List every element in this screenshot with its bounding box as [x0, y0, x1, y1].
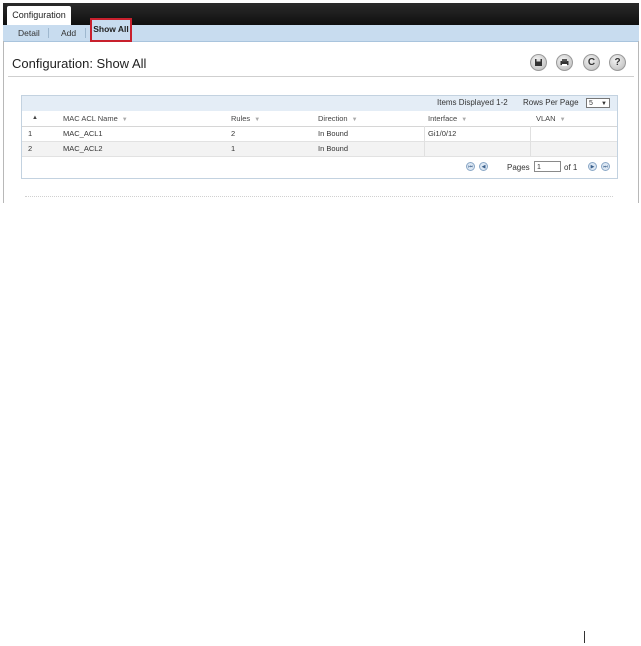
- sort-icon: ▼: [461, 117, 468, 123]
- pages-label: Pages: [507, 163, 530, 172]
- table-header: ▲ MAC ACL Name ▼ Rules ▼ Direction ▼ Interf…: [22, 112, 617, 127]
- rows-per-page-select[interactable]: 5 ▼: [586, 98, 610, 108]
- footer-divider: [25, 196, 613, 197]
- column-divider: [530, 126, 531, 156]
- last-page-icon[interactable]: ⏭: [601, 162, 610, 171]
- row-direction: In Bound: [318, 129, 349, 138]
- first-page-icon[interactable]: ⏮: [466, 162, 475, 171]
- pagination: ⏮ ◀ Pages 1 of 1 ▶ ⏭: [22, 158, 617, 176]
- row-interface: Gi1/0/12: [428, 129, 457, 138]
- prev-page-icon[interactable]: ◀: [479, 162, 488, 171]
- print-icon[interactable]: [556, 54, 573, 71]
- row-name: MAC_ACL1: [63, 129, 103, 138]
- page-title: Configuration: Show All: [12, 56, 147, 71]
- chevron-down-icon: ▼: [601, 101, 607, 107]
- subnav-add[interactable]: Add: [61, 25, 76, 41]
- next-page-icon[interactable]: ▶: [588, 162, 597, 171]
- subnav-detail[interactable]: Detail: [18, 25, 40, 41]
- col-label: MAC ACL Name: [63, 114, 118, 123]
- sort-icon: ▼: [121, 117, 128, 123]
- help-icon[interactable]: ?: [609, 54, 626, 71]
- sort-icon: ▼: [254, 117, 261, 123]
- items-displayed: Items Displayed 1-2: [437, 98, 508, 107]
- acl-table-panel: Items Displayed 1-2 Rows Per Page 5 ▼ ▲ …: [21, 95, 618, 179]
- subnav-show-all[interactable]: Show All: [90, 18, 132, 42]
- col-label: Rules: [231, 114, 251, 123]
- rows-per-page-value: 5: [589, 100, 593, 107]
- column-divider: [424, 126, 425, 156]
- row-index: 1: [28, 129, 33, 138]
- tab-configuration[interactable]: Configuration: [7, 6, 71, 25]
- subnav-divider: [48, 28, 49, 38]
- sort-index-icon[interactable]: ▲: [32, 115, 38, 121]
- row-name: MAC_ACL2: [63, 144, 103, 153]
- col-direction[interactable]: Direction ▼: [318, 114, 358, 123]
- refresh-icon[interactable]: C: [583, 54, 600, 71]
- subnav-divider: [85, 28, 86, 38]
- page-number-input[interactable]: 1: [534, 161, 561, 172]
- sort-icon: ▼: [351, 117, 358, 123]
- title-divider: [8, 76, 634, 77]
- table-row[interactable]: 2 MAC_ACL2 1 In Bound: [22, 142, 617, 157]
- col-label: Direction: [318, 114, 348, 123]
- row-direction: In Bound: [318, 144, 349, 153]
- col-rules[interactable]: Rules ▼: [231, 114, 260, 123]
- rows-per-page-label: Rows Per Page: [523, 98, 579, 107]
- col-interface[interactable]: Interface ▼: [428, 114, 467, 123]
- col-label: Interface: [428, 114, 458, 123]
- row-index: 2: [28, 144, 33, 153]
- col-label: VLAN: [536, 114, 556, 123]
- page-total: of 1: [564, 163, 578, 172]
- page-margin-mark: [584, 631, 585, 643]
- row-rules: 2: [231, 129, 236, 138]
- save-icon[interactable]: [530, 54, 547, 71]
- row-rules: 1: [231, 144, 236, 153]
- sort-icon: ▼: [559, 117, 566, 123]
- table-row[interactable]: 1 MAC_ACL1 2 In Bound Gi1/0/12: [22, 127, 617, 142]
- col-vlan[interactable]: VLAN ▼: [536, 114, 566, 123]
- table-toolbar: Items Displayed 1-2 Rows Per Page 5 ▼: [22, 96, 617, 111]
- col-mac-acl-name[interactable]: MAC ACL Name ▼: [63, 114, 128, 123]
